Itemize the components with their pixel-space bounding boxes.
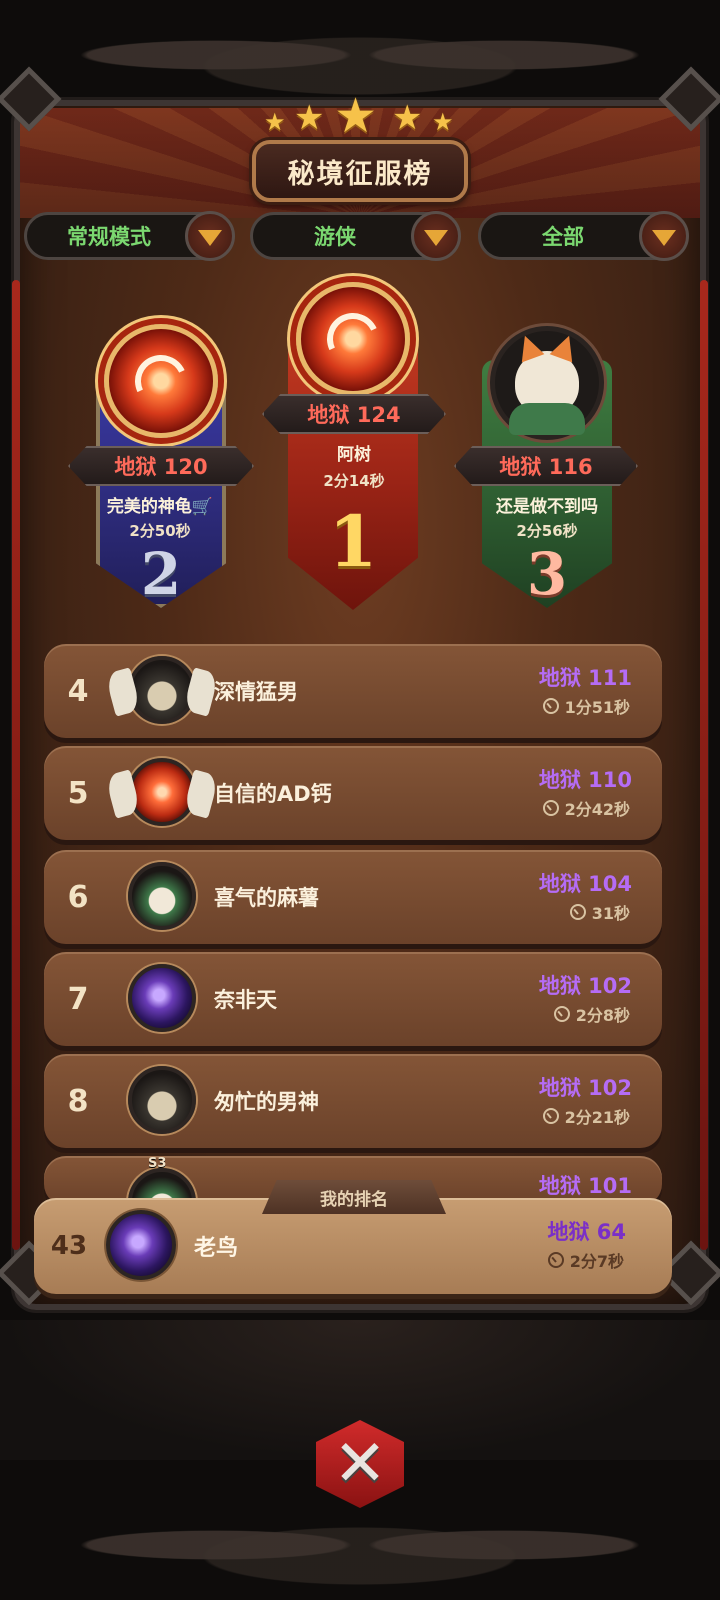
- title-stars: ★ ★ ★ ★ ★: [264, 88, 456, 144]
- row-time-text: 1分51秒: [564, 698, 630, 717]
- podium-score: 地狱 120: [68, 446, 254, 486]
- row-time: 2分42秒: [542, 796, 630, 820]
- moon-avatar-icon: [128, 964, 196, 1032]
- row-score: 地狱 110: [538, 768, 632, 792]
- row-time: 31秒: [569, 900, 630, 924]
- panel-right-trim: [700, 280, 708, 1250]
- fox-avatar-icon: [490, 326, 604, 440]
- star-icon: ★: [294, 98, 325, 138]
- row-score: 地狱 102: [538, 974, 632, 998]
- row-player-name: 奈非天: [214, 988, 277, 1012]
- podium-rank-number: 2: [140, 540, 182, 608]
- mode-filter-dropdown[interactable]: 常规模式: [24, 211, 235, 261]
- my-time-text: 2分7秒: [569, 1252, 624, 1271]
- podium-player-name: 还是做不到吗: [496, 497, 598, 517]
- row-score: 地狱 102: [538, 1076, 632, 1100]
- chevron-down-icon[interactable]: [639, 211, 689, 261]
- row-time-text: 31秒: [591, 904, 630, 923]
- star-icon: ★: [264, 108, 286, 136]
- row-rank: 8: [67, 1083, 89, 1119]
- page-title: 秘境征服榜: [252, 140, 468, 202]
- my-score: 地狱 64: [547, 1220, 626, 1244]
- podium-clear-time: 2分50秒: [129, 522, 191, 540]
- podium-player-name: 阿树: [337, 445, 371, 465]
- my-time: 2分7秒: [547, 1248, 624, 1272]
- leaderboard-row[interactable]: 5 自信的AD钙 地狱 110 2分42秒: [44, 746, 662, 840]
- podium-score: 地狱 124: [262, 394, 446, 434]
- row-rank: 7: [67, 981, 89, 1017]
- star-icon: ★: [334, 88, 378, 144]
- chevron-down-icon[interactable]: [411, 211, 461, 261]
- fire-medal-icon: [296, 282, 410, 396]
- clock-icon: [542, 1108, 559, 1124]
- clock-icon: [547, 1252, 564, 1268]
- row-player-name: 喜气的麻薯: [214, 886, 319, 910]
- clock-icon: [542, 800, 559, 816]
- row-score: 地狱 111: [538, 666, 632, 690]
- row-rank: 5: [67, 775, 89, 811]
- podium-clear-time: 2分56秒: [516, 522, 578, 540]
- elf-avatar-icon: [128, 1066, 196, 1134]
- podium-rank-number: 3: [526, 540, 568, 608]
- close-button[interactable]: ✕: [308, 1412, 412, 1516]
- clock-icon: [569, 904, 586, 920]
- row-time-text: 2分42秒: [564, 800, 630, 819]
- podium-player-name: 完美的神龟🛒: [106, 497, 214, 517]
- season-badge: S3: [148, 1156, 167, 1171]
- clock-icon: [542, 698, 559, 714]
- row-player-name: 自信的AD钙: [214, 782, 332, 806]
- podium-score: 地狱 116: [454, 446, 638, 486]
- row-score: 地狱 104: [538, 872, 632, 896]
- row-time: 2分8秒: [553, 1002, 630, 1026]
- star-icon: ★: [432, 108, 454, 136]
- elf-avatar-icon: [128, 656, 196, 724]
- podium-clear-time: 2分14秒: [323, 472, 385, 490]
- clock-icon: [553, 1006, 570, 1022]
- leaderboard-row[interactable]: 4 深情猛男 地狱 111 1分51秒: [44, 644, 662, 738]
- row-rank: 6: [67, 879, 89, 915]
- row-rank: 4: [67, 673, 89, 709]
- podium-rank-number: 1: [328, 500, 378, 583]
- my-player-name: 老鸟: [194, 1236, 239, 1261]
- my-rank-label: 我的排名: [262, 1180, 446, 1214]
- fire-medal-icon: [104, 324, 218, 438]
- leaderboard-row[interactable]: 7 奈非天 地狱 102 2分8秒: [44, 952, 662, 1046]
- leaderboard-row[interactable]: 8 匆忙的男神 地狱 102 2分21秒: [44, 1054, 662, 1148]
- row-time-text: 2分21秒: [564, 1108, 630, 1127]
- star-icon: ★: [392, 98, 423, 138]
- close-icon: ✕: [333, 1427, 387, 1501]
- row-time: 1分51秒: [542, 694, 630, 718]
- class-filter-dropdown[interactable]: 游侠: [250, 211, 461, 261]
- fire-avatar-icon: [128, 758, 196, 826]
- chevron-down-icon[interactable]: [185, 211, 235, 261]
- row-player-name: 深情猛男: [214, 680, 298, 704]
- row-score: 地狱 101: [538, 1174, 632, 1198]
- my-rank-number: 43: [50, 1231, 88, 1261]
- moon-avatar-icon: [106, 1210, 176, 1280]
- fox-avatar-icon: [128, 862, 196, 930]
- panel-left-trim: [12, 280, 20, 1250]
- row-player-name: 匆忙的男神: [214, 1090, 319, 1114]
- row-time: 2分21秒: [542, 1104, 630, 1128]
- scope-filter-dropdown[interactable]: 全部: [478, 211, 689, 261]
- leaderboard-row[interactable]: 6 喜气的麻薯 地狱 104 31秒: [44, 850, 662, 944]
- row-time-text: 2分8秒: [575, 1006, 630, 1025]
